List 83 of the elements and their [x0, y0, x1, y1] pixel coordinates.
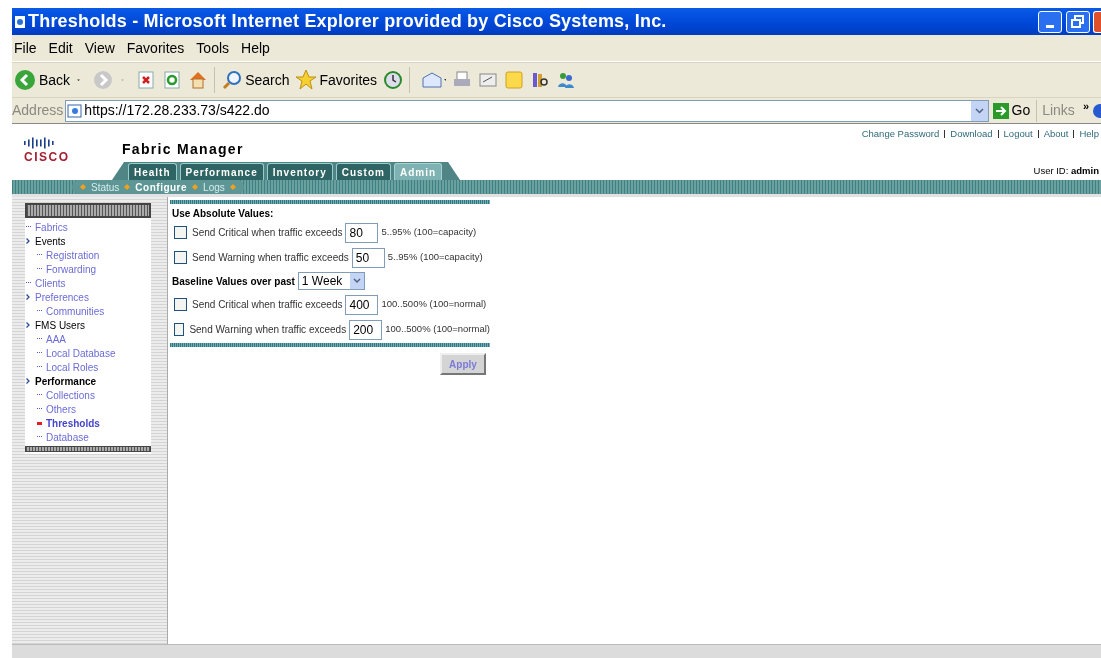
address-field[interactable]: https://172.28.233.73/s422.do — [65, 99, 989, 122]
page-icon — [67, 102, 84, 119]
nav-tab[interactable]: Inventory — [266, 163, 333, 180]
sidebar-item[interactable]: Local Database — [46, 345, 116, 361]
browser-icon — [14, 14, 26, 29]
range-hint: 5..95% (100=capacity) — [387, 250, 483, 265]
sidebar-group[interactable]: FMS Users — [35, 317, 85, 333]
sidebar-group[interactable]: Performance — [35, 373, 97, 389]
threshold-field[interactable]: 400 — [345, 294, 379, 315]
checkbox[interactable] — [174, 323, 185, 336]
back-button[interactable]: Back — [14, 69, 71, 91]
threshold-field[interactable]: 200 — [349, 319, 383, 340]
minimize-button[interactable] — [1038, 10, 1062, 33]
diamond-icon — [80, 184, 86, 190]
go-arrow-icon — [992, 102, 1009, 119]
header-link[interactable]: Logout — [1003, 127, 1033, 142]
sidebar-group[interactable]: Events — [35, 233, 66, 249]
sidebar-item[interactable]: Clients — [35, 275, 66, 291]
go-button[interactable]: Go — [992, 100, 1031, 121]
menu-item[interactable]: Tools — [196, 37, 230, 59]
checkbox[interactable] — [174, 298, 187, 311]
sidebar-item[interactable]: Fabrics — [35, 219, 68, 235]
restore-button[interactable] — [1066, 10, 1090, 33]
home-icon[interactable] — [188, 70, 209, 90]
toolbar-icon[interactable] — [1093, 103, 1101, 118]
close-button[interactable] — [1093, 10, 1101, 33]
header-link[interactable]: Help — [1079, 127, 1099, 142]
checkbox[interactable] — [174, 251, 187, 264]
logo: CISCO — [24, 151, 70, 163]
star-icon — [295, 69, 318, 91]
window-title: Thresholds - Microsoft Internet Explorer provided by Cisco Systems, Inc. — [28, 10, 667, 33]
search-icon — [221, 69, 244, 91]
diamond-icon — [124, 184, 131, 190]
restore-icon — [1071, 14, 1085, 29]
sidebar-group[interactable]: Preferences — [35, 289, 89, 305]
header-link[interactable]: Change Password — [861, 127, 940, 142]
search-button[interactable]: Search — [221, 69, 290, 91]
people-icon[interactable] — [556, 70, 577, 90]
sidebar-item[interactable]: Thresholds — [46, 415, 100, 431]
row-label: Send Warning when traffic exceeds — [189, 323, 347, 337]
sidebar-item[interactable]: Collections — [46, 387, 95, 403]
range-hint: 100..500% (100=normal) — [385, 322, 490, 337]
header-link[interactable]: Download — [950, 127, 993, 142]
threshold-field[interactable]: 80 — [345, 222, 379, 243]
books-icon[interactable] — [530, 70, 551, 90]
diamond-icon — [192, 184, 199, 190]
sidebar-item[interactable]: Registration — [46, 247, 100, 263]
chevron[interactable]: » — [1082, 98, 1089, 115]
edit-icon[interactable] — [478, 70, 499, 90]
range-hint: 100..500% (100=normal) — [381, 297, 487, 312]
app-title: Fabric Manager — [121, 142, 245, 156]
sidebar-item[interactable]: Communities — [46, 303, 105, 319]
row-label: Send Critical when traffic exceeds — [192, 226, 343, 240]
favorites-button[interactable]: Favorites — [295, 69, 378, 91]
refresh-icon[interactable] — [162, 70, 183, 90]
sidebar-item[interactable]: Database — [46, 429, 89, 445]
menu-item[interactable]: Favorites — [126, 37, 185, 59]
nav-tab[interactable]: Custom — [335, 163, 391, 180]
row-label: Send Warning when traffic exceeds — [192, 251, 349, 265]
user-id: User ID: admin — [1033, 163, 1099, 178]
checkbox[interactable] — [174, 226, 187, 239]
history-icon[interactable] — [383, 70, 404, 90]
threshold-field[interactable]: 50 — [351, 247, 385, 268]
sidebar-item[interactable]: Forwarding — [46, 261, 97, 277]
diamond-icon — [229, 184, 236, 190]
section-heading: Use Absolute Values: — [171, 207, 275, 220]
row-label: Send Critical when traffic exceeds — [192, 298, 343, 312]
menu-item[interactable]: File — [14, 37, 37, 59]
sidebar-item[interactable]: Local Roles — [46, 359, 99, 375]
menu-item[interactable]: View — [84, 37, 115, 59]
stop-icon[interactable] — [136, 70, 157, 90]
menu-item[interactable]: Edit — [48, 37, 73, 59]
logo-bars-icon — [24, 137, 54, 149]
header-link[interactable]: About — [1043, 127, 1069, 142]
menu-item[interactable]: Help — [241, 37, 270, 59]
period-dropdown[interactable]: 1 Week — [297, 272, 365, 290]
sidebar-item[interactable]: Others — [46, 401, 76, 417]
range-hint: 5..95% (100=capacity) — [381, 225, 477, 240]
address-label: Address — [12, 101, 64, 120]
sidebar-item[interactable]: AAA — [46, 331, 66, 347]
baseline-label: Baseline Values over past — [172, 274, 295, 289]
nav-tab[interactable]: Performance — [179, 163, 264, 180]
nav-tab[interactable]: Health — [128, 163, 177, 180]
